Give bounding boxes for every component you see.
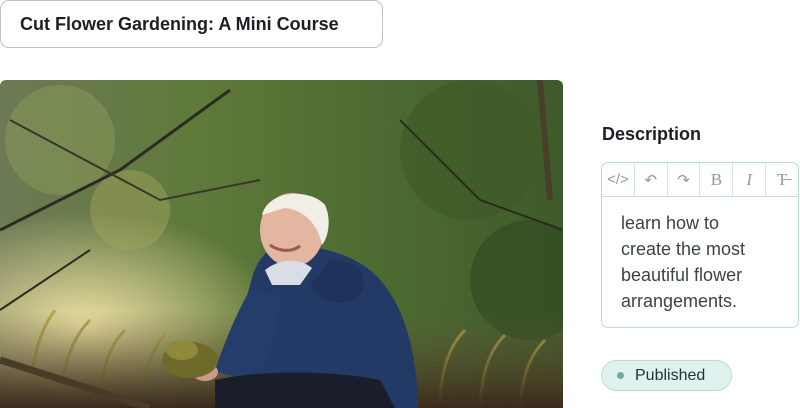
- strikethrough-icon[interactable]: T̶: [766, 163, 798, 196]
- description-text[interactable]: learn how to create the most beautiful f…: [602, 197, 798, 314]
- status-label: Published: [635, 366, 706, 384]
- bold-icon[interactable]: B: [700, 163, 734, 196]
- course-cover-image: [0, 80, 563, 408]
- italic-icon[interactable]: I: [733, 163, 767, 196]
- course-title-field[interactable]: Cut Flower Gardening: A Mini Course: [0, 0, 383, 48]
- redo-icon[interactable]: ↷: [668, 163, 701, 196]
- undo-icon[interactable]: ↶: [635, 163, 668, 196]
- description-editor[interactable]: </> ↶ ↷ B I T̶ learn how to create the m…: [601, 162, 799, 328]
- description-label: Description: [602, 124, 702, 144]
- course-title: Cut Flower Gardening: A Mini Course: [20, 13, 339, 34]
- code-icon[interactable]: </>: [602, 163, 635, 196]
- status-dot-icon: [617, 372, 624, 379]
- editor-toolbar: </> ↶ ↷ B I T̶: [602, 163, 798, 197]
- status-badge[interactable]: Published: [601, 360, 732, 391]
